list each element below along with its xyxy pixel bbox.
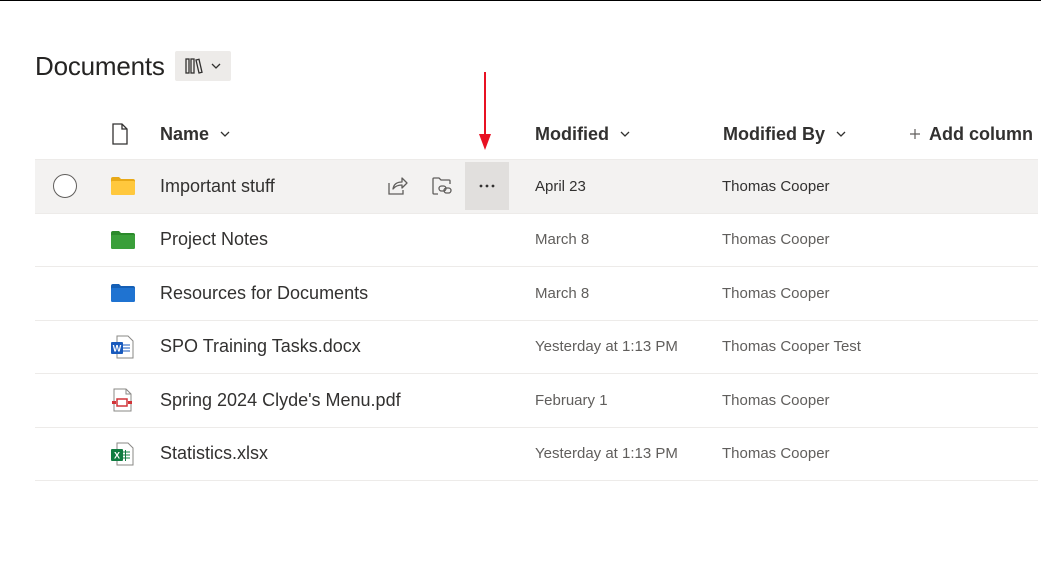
modified-date: March 8 <box>535 231 590 249</box>
more-actions-button[interactable] <box>465 162 509 210</box>
row-select-checkbox[interactable] <box>53 160 77 213</box>
folder-yellow-icon <box>111 160 135 213</box>
chevron-down-icon <box>836 131 846 137</box>
library-view-button[interactable] <box>174 51 231 81</box>
word-file-icon: W <box>110 321 134 374</box>
item-name-link[interactable]: SPO Training Tasks.docx <box>160 336 361 357</box>
item-name-link[interactable]: Important stuff <box>160 176 275 197</box>
modified-by-name: Thomas Cooper <box>722 445 830 463</box>
column-header-row: Name Modified Modified By Add column <box>35 108 1038 160</box>
copy-link-icon <box>432 177 452 195</box>
add-column-button[interactable]: Add column <box>909 108 1033 160</box>
list-item[interactable]: Project Notes March 8 Thomas Cooper <box>35 214 1038 267</box>
svg-text:W: W <box>113 343 122 353</box>
list-item[interactable]: X Statistics.xlsx Yesterday at 1:13 PM T… <box>35 428 1038 481</box>
excel-file-icon: X <box>110 428 134 481</box>
modified-column-label: Modified <box>535 123 609 144</box>
list-item[interactable]: Spring 2024 Clyde's Menu.pdf February 1 … <box>35 374 1038 428</box>
modified-by-name: Thomas Cooper <box>722 231 830 249</box>
item-name-link[interactable]: Project Notes <box>160 229 268 250</box>
item-name-link[interactable]: Statistics.xlsx <box>160 443 268 464</box>
svg-text:X: X <box>114 450 120 460</box>
share-button[interactable] <box>375 160 419 213</box>
modified-by-column-label: Modified By <box>723 123 825 144</box>
file-type-icon <box>112 123 128 145</box>
item-name-link[interactable]: Resources for Documents <box>160 283 368 304</box>
document-list: Name Modified Modified By Add column Imp… <box>35 108 1038 481</box>
modified-column-header[interactable]: Modified <box>535 108 631 160</box>
modified-by-name: Thomas Cooper Test <box>722 338 861 356</box>
list-item[interactable]: Important stuff April 23 Thomas Cooper <box>35 160 1038 214</box>
add-column-label: Add column <box>929 123 1033 144</box>
library-icon <box>185 58 203 74</box>
item-name-link[interactable]: Spring 2024 Clyde's Menu.pdf <box>160 390 401 411</box>
modified-date: Yesterday at 1:13 PM <box>535 445 678 463</box>
list-item[interactable]: W SPO Training Tasks.docx Yesterday at 1… <box>35 321 1038 374</box>
select-circle-icon <box>53 174 77 199</box>
file-type-header[interactable] <box>111 108 129 160</box>
chevron-down-icon <box>620 131 630 137</box>
page-title: Documents <box>35 50 165 81</box>
title-row: Documents <box>35 50 231 82</box>
modified-date: April 23 <box>535 177 586 195</box>
chevron-down-icon <box>220 131 230 137</box>
modified-date: February 1 <box>535 391 608 409</box>
chevron-down-icon <box>211 63 221 69</box>
folder-blue-icon <box>111 267 135 320</box>
modified-by-name: Thomas Cooper <box>722 284 830 302</box>
copy-link-button[interactable] <box>420 160 464 213</box>
share-icon <box>388 177 408 195</box>
folder-green-icon <box>111 214 135 267</box>
modified-date: March 8 <box>535 284 590 302</box>
top-border <box>0 0 1041 1</box>
modified-by-name: Thomas Cooper <box>722 391 830 409</box>
list-item[interactable]: Resources for Documents March 8 Thomas C… <box>35 267 1038 321</box>
modified-by-column-header[interactable]: Modified By <box>723 108 847 160</box>
more-horizontal-icon <box>479 184 495 188</box>
pdf-file-icon <box>111 374 133 427</box>
modified-date: Yesterday at 1:13 PM <box>535 338 678 356</box>
modified-by-name: Thomas Cooper <box>722 177 830 195</box>
name-column-header[interactable]: Name <box>160 108 231 160</box>
annotation-arrow-icon <box>479 72 491 150</box>
plus-icon <box>910 129 920 139</box>
name-column-label: Name <box>160 123 210 144</box>
